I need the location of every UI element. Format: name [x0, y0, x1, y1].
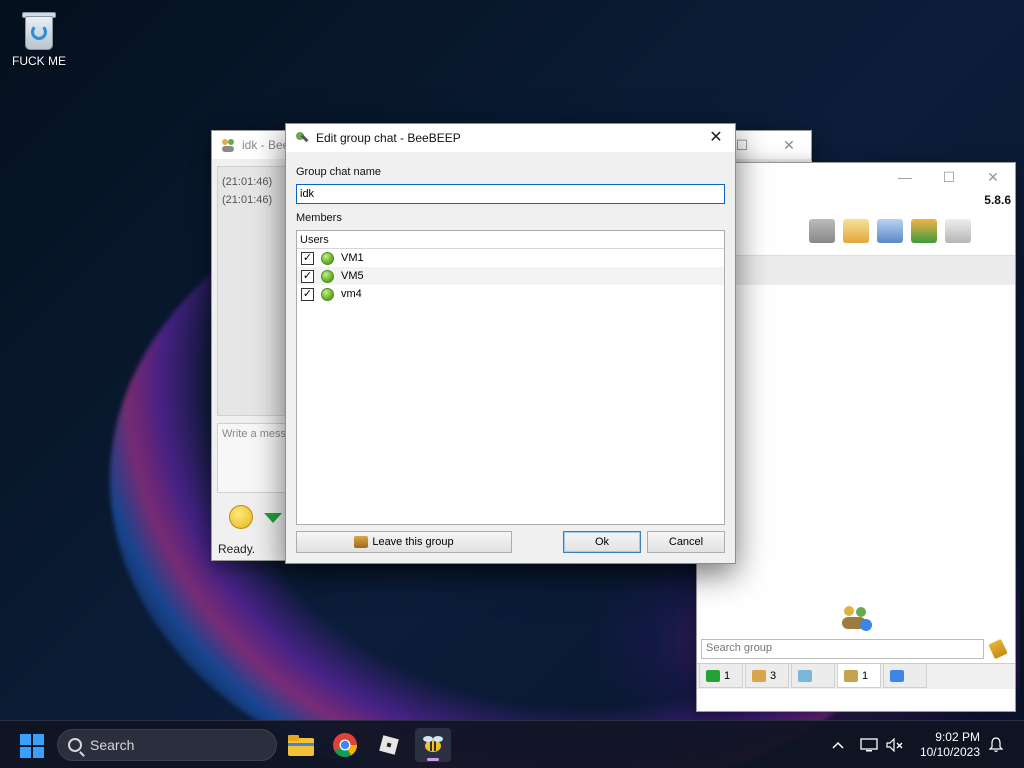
member-row-vm5[interactable]: ✓ VM5 — [297, 267, 724, 285]
arrow-down-icon[interactable] — [264, 513, 282, 523]
emoji-icon[interactable] — [229, 505, 253, 529]
member-name: VM5 — [341, 270, 364, 282]
main-tabs: 1 3 1 — [697, 663, 1015, 689]
member-row-vm1[interactable]: ✓ VM1 — [297, 249, 724, 267]
group-name-input[interactable] — [296, 184, 725, 204]
beebeep-taskbar-icon[interactable] — [415, 728, 451, 762]
roblox-icon[interactable] — [371, 728, 407, 762]
version-label: 5.8.6 — [984, 193, 1011, 207]
close-button[interactable]: ✕ — [971, 169, 1015, 186]
message-icon[interactable] — [809, 219, 835, 243]
groups-icon — [842, 606, 872, 631]
chrome-icon[interactable] — [327, 728, 363, 762]
beebeep-tools-icon — [296, 132, 309, 143]
ok-button-label: Ok — [594, 536, 610, 548]
tab-users[interactable]: 3 — [745, 664, 789, 688]
trash-icon[interactable] — [945, 219, 971, 243]
group-name-label: Group chat name — [296, 166, 381, 178]
member-row-vm4[interactable]: ✓ vm4 — [297, 285, 724, 303]
tab-count: 3 — [770, 669, 777, 682]
dialog-titlebar[interactable]: Edit group chat - BeeBEEP — [286, 124, 735, 152]
group-icon — [844, 669, 858, 682]
clock-date: 10/10/2023 — [919, 745, 980, 759]
tab-groups[interactable]: 1 — [837, 664, 881, 688]
file-explorer-icon[interactable] — [283, 728, 319, 762]
notifications-bell-icon[interactable] — [986, 721, 1006, 768]
member-checkbox[interactable]: ✓ — [301, 269, 314, 283]
member-checkbox[interactable]: ✓ — [301, 251, 314, 265]
member-name: vm4 — [341, 288, 362, 300]
maximize-button[interactable]: ☐ — [927, 169, 971, 186]
status-bar-text: Ready. — [218, 542, 256, 556]
taskbar-clock[interactable]: 9:02 PM 10/10/2023 — [910, 730, 980, 760]
close-button[interactable]: ✕ — [775, 135, 803, 155]
messages-icon — [798, 669, 812, 682]
cancel-button[interactable]: Cancel — [647, 531, 725, 553]
member-name: VM1 — [341, 252, 364, 264]
group-list-header — [697, 255, 1015, 285]
recycle-bin-label: FUCK ME — [12, 54, 66, 68]
user-online-icon — [321, 287, 334, 301]
taskbar: Search 9:02 PM 10/10/2023 — [0, 720, 1024, 768]
chat-icon — [706, 669, 720, 682]
beebeep-main-window[interactable]: — ☐ ✕ 5.8.6 Search group 1 3 1 — [696, 162, 1016, 712]
leave-group-button-label: Leave this group — [372, 536, 454, 548]
members-list[interactable]: Users ✓ VM1 ✓ VM5 ✓ vm4 — [296, 230, 725, 525]
tab-chats[interactable]: 1 — [699, 664, 743, 688]
member-checkbox[interactable]: ✓ — [301, 287, 314, 301]
users-icon — [752, 669, 766, 682]
members-label: Members — [296, 212, 342, 224]
chat-window-title: idk - Bee — [242, 138, 290, 152]
edit-group-chat-dialog[interactable]: Edit group chat - BeeBEEP ✕ Group chat n… — [285, 123, 736, 564]
edit-icon[interactable] — [843, 219, 869, 243]
tab-count: 1 — [724, 669, 731, 682]
tools-icon[interactable] — [877, 219, 903, 243]
tab-share[interactable] — [883, 664, 927, 688]
search-icon — [68, 738, 82, 752]
start-button[interactable] — [20, 734, 44, 758]
recycle-bin[interactable]: FUCK ME — [8, 8, 70, 68]
clear-search-icon[interactable] — [988, 638, 1008, 660]
taskbar-search[interactable]: Search — [57, 729, 277, 761]
recycle-bin-icon — [22, 10, 56, 50]
update-icon[interactable] — [911, 219, 937, 243]
share-icon — [890, 669, 904, 682]
volume-muted-icon[interactable] — [884, 721, 906, 768]
user-online-icon — [321, 251, 334, 265]
clock-time: 9:02 PM — [935, 730, 980, 744]
network-icon[interactable] — [858, 721, 880, 768]
main-window-titlebar[interactable]: — ☐ ✕ — [697, 163, 1015, 191]
ok-button[interactable]: Ok — [563, 531, 641, 553]
dialog-title: Edit group chat - BeeBEEP — [316, 131, 461, 145]
user-online-icon — [321, 269, 334, 283]
group-icon — [354, 536, 369, 548]
tab-messages[interactable] — [791, 664, 835, 688]
beebeep-group-icon — [222, 139, 234, 152]
taskbar-search-label: Search — [90, 737, 135, 753]
show-hidden-icons-chevron-up-icon[interactable] — [828, 721, 848, 768]
users-column-header[interactable]: Users — [297, 231, 724, 249]
leave-group-button[interactable]: Leave this group — [296, 531, 512, 553]
cancel-button-label: Cancel — [668, 536, 704, 548]
dialog-close-button[interactable]: ✕ — [701, 126, 731, 150]
main-toolbar — [809, 219, 971, 247]
tab-count: 1 — [862, 669, 869, 682]
search-group-input[interactable]: Search group — [701, 639, 984, 659]
minimize-button[interactable]: — — [883, 169, 927, 185]
